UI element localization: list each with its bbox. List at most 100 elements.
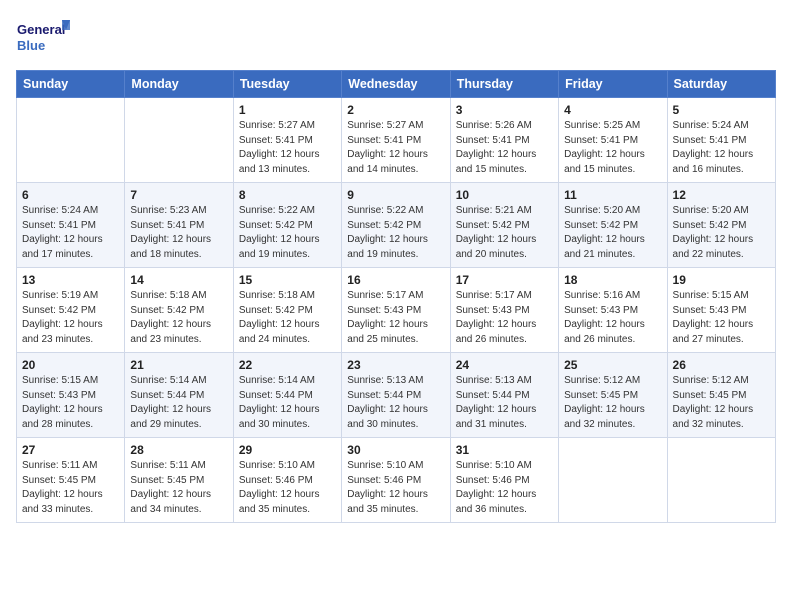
day-info: Sunrise: 5:12 AM Sunset: 5:45 PM Dayligh… — [673, 374, 770, 432]
day-info: Sunrise: 5:13 AM Sunset: 5:44 PM Dayligh… — [456, 374, 553, 432]
svg-text:General: General — [17, 22, 65, 37]
calendar-cell: 28 Sunrise: 5:11 AM Sunset: 5:45 PM Dayli… — [125, 438, 233, 523]
day-info: Sunrise: 5:26 AM Sunset: 5:41 PM Dayligh… — [456, 119, 553, 177]
calendar-cell — [667, 438, 775, 523]
day-info: Sunrise: 5:14 AM Sunset: 5:44 PM Dayligh… — [239, 374, 336, 432]
day-info: Sunrise: 5:16 AM Sunset: 5:43 PM Dayligh… — [564, 289, 661, 347]
day-number: 14 — [130, 273, 227, 287]
calendar-header-row: SundayMondayTuesdayWednesdayThursdayFrid… — [17, 71, 776, 98]
calendar-cell: 11Sunrise: 5:20 AM Sunset: 5:42 PM Dayli… — [559, 183, 667, 268]
page-header: General Blue — [16, 16, 776, 58]
calendar-cell: 25 Sunrise: 5:12 AM Sunset: 5:45 PM Dayli… — [559, 353, 667, 438]
day-number: 29 — [239, 443, 336, 457]
header-monday: Monday — [125, 71, 233, 98]
day-info: Sunrise: 5:11 AM Sunset: 5:45 PM Dayligh… — [130, 459, 227, 517]
day-number: 25 — [564, 358, 661, 372]
calendar-cell: 2 Sunrise: 5:27 AM Sunset: 5:41 PM Daylig… — [342, 98, 450, 183]
calendar-cell: 12 Sunrise: 5:20 AM Sunset: 5:42 PM Dayli… — [667, 183, 775, 268]
calendar-cell: 22 Sunrise: 5:14 AM Sunset: 5:44 PM Dayli… — [233, 353, 341, 438]
day-info: Sunrise: 5:23 AM Sunset: 5:41 PM Dayligh… — [130, 204, 227, 262]
day-info: Sunrise: 5:20 AM Sunset: 5:42 PM Dayligh… — [564, 204, 661, 262]
day-number: 9 — [347, 188, 444, 202]
calendar-cell: 24Sunrise: 5:13 AM Sunset: 5:44 PM Dayli… — [450, 353, 558, 438]
calendar-table: SundayMondayTuesdayWednesdayThursdayFrid… — [16, 70, 776, 523]
calendar-cell: 29Sunrise: 5:10 AM Sunset: 5:46 PM Dayli… — [233, 438, 341, 523]
day-info: Sunrise: 5:18 AM Sunset: 5:42 PM Dayligh… — [130, 289, 227, 347]
day-number: 10 — [456, 188, 553, 202]
day-info: Sunrise: 5:13 AM Sunset: 5:44 PM Dayligh… — [347, 374, 444, 432]
day-info: Sunrise: 5:18 AM Sunset: 5:42 PM Dayligh… — [239, 289, 336, 347]
day-info: Sunrise: 5:14 AM Sunset: 5:44 PM Dayligh… — [130, 374, 227, 432]
day-number: 23 — [347, 358, 444, 372]
day-info: Sunrise: 5:12 AM Sunset: 5:45 PM Dayligh… — [564, 374, 661, 432]
day-number: 26 — [673, 358, 770, 372]
day-number: 4 — [564, 103, 661, 117]
day-info: Sunrise: 5:24 AM Sunset: 5:41 PM Dayligh… — [673, 119, 770, 177]
header-friday: Friday — [559, 71, 667, 98]
calendar-cell: 26 Sunrise: 5:12 AM Sunset: 5:45 PM Dayli… — [667, 353, 775, 438]
header-sunday: Sunday — [17, 71, 125, 98]
week-row-2: 6Sunrise: 5:24 AM Sunset: 5:41 PM Daylig… — [17, 183, 776, 268]
calendar-cell: 23 Sunrise: 5:13 AM Sunset: 5:44 PM Dayli… — [342, 353, 450, 438]
day-info: Sunrise: 5:15 AM Sunset: 5:43 PM Dayligh… — [673, 289, 770, 347]
day-number: 17 — [456, 273, 553, 287]
calendar-cell: 31Sunrise: 5:10 AM Sunset: 5:46 PM Dayli… — [450, 438, 558, 523]
calendar-cell: 6Sunrise: 5:24 AM Sunset: 5:41 PM Daylig… — [17, 183, 125, 268]
day-number: 22 — [239, 358, 336, 372]
calendar-cell: 27 Sunrise: 5:11 AM Sunset: 5:45 PM Dayli… — [17, 438, 125, 523]
day-info: Sunrise: 5:25 AM Sunset: 5:41 PM Dayligh… — [564, 119, 661, 177]
calendar-cell: 20 Sunrise: 5:15 AM Sunset: 5:43 PM Dayli… — [17, 353, 125, 438]
calendar-cell: 8 Sunrise: 5:22 AM Sunset: 5:42 PM Daylig… — [233, 183, 341, 268]
calendar-cell: 18 Sunrise: 5:16 AM Sunset: 5:43 PM Dayli… — [559, 268, 667, 353]
day-info: Sunrise: 5:27 AM Sunset: 5:41 PM Dayligh… — [239, 119, 336, 177]
header-wednesday: Wednesday — [342, 71, 450, 98]
calendar-cell — [17, 98, 125, 183]
day-number: 3 — [456, 103, 553, 117]
calendar-cell: 13 Sunrise: 5:19 AM Sunset: 5:42 PM Dayli… — [17, 268, 125, 353]
day-number: 16 — [347, 273, 444, 287]
day-number: 20 — [22, 358, 119, 372]
week-row-4: 20 Sunrise: 5:15 AM Sunset: 5:43 PM Dayli… — [17, 353, 776, 438]
day-number: 7 — [130, 188, 227, 202]
day-number: 27 — [22, 443, 119, 457]
day-number: 2 — [347, 103, 444, 117]
calendar-cell: 15 Sunrise: 5:18 AM Sunset: 5:42 PM Dayli… — [233, 268, 341, 353]
header-saturday: Saturday — [667, 71, 775, 98]
day-info: Sunrise: 5:22 AM Sunset: 5:42 PM Dayligh… — [239, 204, 336, 262]
day-info: Sunrise: 5:27 AM Sunset: 5:41 PM Dayligh… — [347, 119, 444, 177]
calendar-cell: 14 Sunrise: 5:18 AM Sunset: 5:42 PM Dayli… — [125, 268, 233, 353]
day-info: Sunrise: 5:17 AM Sunset: 5:43 PM Dayligh… — [347, 289, 444, 347]
day-number: 12 — [673, 188, 770, 202]
logo-svg: General Blue — [16, 16, 71, 58]
day-number: 30 — [347, 443, 444, 457]
day-info: Sunrise: 5:20 AM Sunset: 5:42 PM Dayligh… — [673, 204, 770, 262]
day-number: 8 — [239, 188, 336, 202]
day-info: Sunrise: 5:19 AM Sunset: 5:42 PM Dayligh… — [22, 289, 119, 347]
day-number: 5 — [673, 103, 770, 117]
calendar-cell: 30Sunrise: 5:10 AM Sunset: 5:46 PM Dayli… — [342, 438, 450, 523]
calendar-cell — [559, 438, 667, 523]
calendar-cell — [125, 98, 233, 183]
week-row-5: 27 Sunrise: 5:11 AM Sunset: 5:45 PM Dayli… — [17, 438, 776, 523]
day-info: Sunrise: 5:22 AM Sunset: 5:42 PM Dayligh… — [347, 204, 444, 262]
calendar-cell: 16 Sunrise: 5:17 AM Sunset: 5:43 PM Dayli… — [342, 268, 450, 353]
week-row-3: 13 Sunrise: 5:19 AM Sunset: 5:42 PM Dayli… — [17, 268, 776, 353]
day-number: 18 — [564, 273, 661, 287]
day-number: 1 — [239, 103, 336, 117]
calendar-cell: 21Sunrise: 5:14 AM Sunset: 5:44 PM Dayli… — [125, 353, 233, 438]
week-row-1: 1 Sunrise: 5:27 AM Sunset: 5:41 PM Daylig… — [17, 98, 776, 183]
header-tuesday: Tuesday — [233, 71, 341, 98]
calendar-cell: 10Sunrise: 5:21 AM Sunset: 5:42 PM Dayli… — [450, 183, 558, 268]
day-info: Sunrise: 5:11 AM Sunset: 5:45 PM Dayligh… — [22, 459, 119, 517]
header-thursday: Thursday — [450, 71, 558, 98]
day-number: 15 — [239, 273, 336, 287]
calendar-cell: 17 Sunrise: 5:17 AM Sunset: 5:43 PM Dayli… — [450, 268, 558, 353]
day-info: Sunrise: 5:17 AM Sunset: 5:43 PM Dayligh… — [456, 289, 553, 347]
calendar-cell: 3 Sunrise: 5:26 AM Sunset: 5:41 PM Daylig… — [450, 98, 558, 183]
day-number: 28 — [130, 443, 227, 457]
calendar-cell: 5 Sunrise: 5:24 AM Sunset: 5:41 PM Daylig… — [667, 98, 775, 183]
day-info: Sunrise: 5:15 AM Sunset: 5:43 PM Dayligh… — [22, 374, 119, 432]
logo: General Blue — [16, 16, 71, 58]
day-number: 13 — [22, 273, 119, 287]
calendar-cell: 9 Sunrise: 5:22 AM Sunset: 5:42 PM Daylig… — [342, 183, 450, 268]
